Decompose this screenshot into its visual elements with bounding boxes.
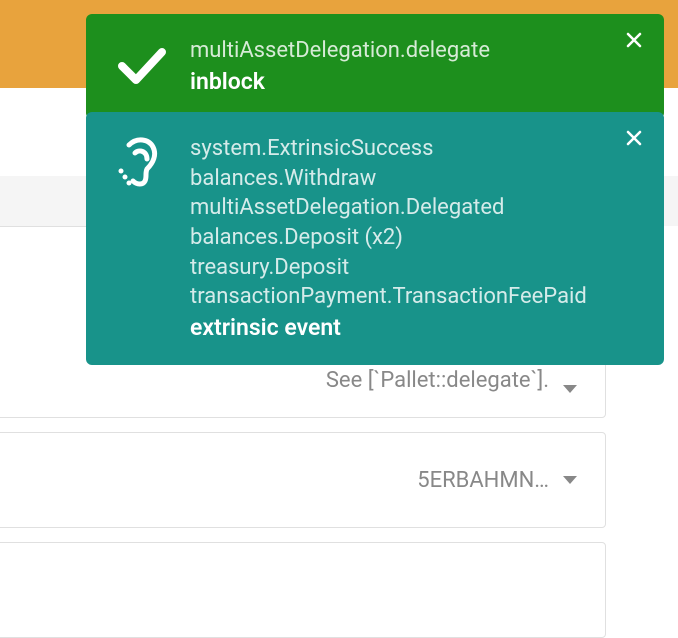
- close-icon[interactable]: [626, 130, 646, 150]
- event-line: treasury.Deposit: [190, 253, 638, 283]
- close-icon[interactable]: [626, 32, 646, 52]
- event-line: balances.Deposit (x2): [190, 223, 638, 253]
- events-subtitle: extrinsic event: [190, 312, 638, 343]
- event-line: transactionPayment.TransactionFeePaid: [190, 282, 638, 312]
- chevron-down-icon: [563, 385, 577, 393]
- event-line: system.ExtrinsicSuccess: [190, 134, 638, 164]
- success-subtitle: inblock: [190, 66, 638, 97]
- extra-panel[interactable]: [0, 542, 606, 638]
- delegate-description: See [`Pallet::delegate`].: [326, 368, 549, 393]
- checkmark-icon: [112, 36, 170, 94]
- events-notification: system.ExtrinsicSuccess balances.Withdra…: [86, 112, 664, 365]
- ear-icon: [112, 134, 170, 192]
- events-content: system.ExtrinsicSuccess balances.Withdra…: [190, 134, 638, 343]
- success-content: multiAssetDelegation.delegate inblock: [190, 36, 638, 97]
- success-notification: multiAssetDelegation.delegate inblock: [86, 14, 664, 119]
- success-title: multiAssetDelegation.delegate: [190, 36, 638, 66]
- account-value: 5ERBAHMN…: [417, 468, 549, 493]
- account-panel[interactable]: 5ERBAHMN…: [0, 432, 606, 528]
- event-line: balances.Withdraw: [190, 164, 638, 194]
- event-line: multiAssetDelegation.Delegated: [190, 193, 638, 223]
- chevron-down-icon: [563, 476, 577, 484]
